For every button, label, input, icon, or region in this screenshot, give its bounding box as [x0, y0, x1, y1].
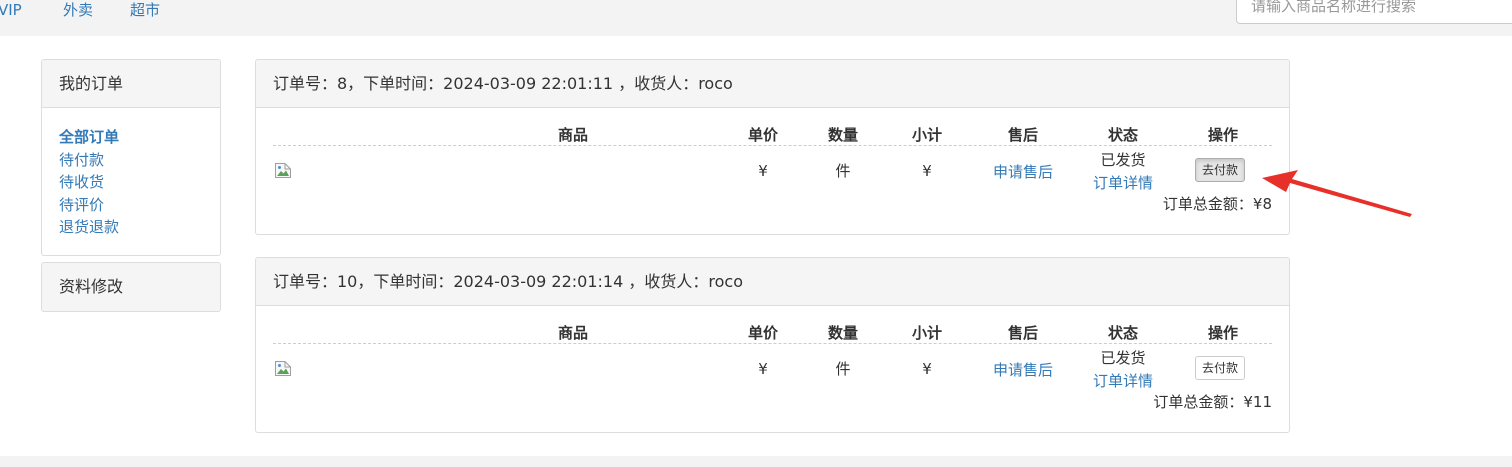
order-total: 订单总金额：¥11 [1153, 393, 1272, 411]
order-header: 订单号：8，下单时间：2024-03-09 22:01:11 ，收货人：roco [256, 60, 1289, 108]
sidebar-item: 待收货 [59, 171, 220, 194]
order-total: 订单总金额：¥8 [1162, 195, 1272, 213]
nav-link-supermarket[interactable]: 超市 [130, 0, 160, 20]
top-navbar: VIP 外卖 超市 [0, 0, 1512, 36]
pay-button[interactable]: 去付款 [1195, 158, 1246, 182]
col-header-quantity: 数量 [827, 126, 859, 144]
order-detail-link[interactable]: 订单详情 [1093, 173, 1153, 193]
sidebar-order-filters: 全部订单 待付款 待收货 待评价 退货退款 [42, 108, 220, 239]
nav-link-vip[interactable]: VIP [0, 0, 22, 20]
col-header-subtotal: 小计 [911, 324, 943, 342]
subtotal-value: ¥ [922, 360, 932, 378]
order-detail-link[interactable]: 订单详情 [1093, 371, 1153, 391]
sidebar-item: 退货退款 [59, 216, 220, 239]
col-header-aftersale: 售后 [1007, 324, 1039, 342]
subtotal-value: ¥ [922, 162, 932, 180]
order-status: 已发货 [1100, 151, 1146, 169]
col-header-aftersale: 售后 [1007, 126, 1039, 144]
col-header-status: 状态 [1107, 324, 1139, 342]
col-header-product: 商品 [557, 126, 589, 144]
header-divider [273, 145, 1272, 146]
sidebar-item: 全部订单 [59, 126, 220, 149]
broken-image-icon[interactable] [274, 359, 292, 377]
col-header-product: 商品 [557, 324, 589, 342]
broken-image-icon[interactable] [274, 161, 292, 179]
sidebar-item-pending-review[interactable]: 待评价 [59, 196, 104, 214]
col-header-subtotal: 小计 [911, 126, 943, 144]
col-header-action: 操作 [1207, 126, 1239, 144]
quantity-value: 件 [835, 162, 851, 180]
col-header-unit-price: 单价 [747, 126, 779, 144]
col-header-unit-price: 单价 [747, 324, 779, 342]
sidebar-item-returns-refunds[interactable]: 退货退款 [59, 218, 119, 236]
header-divider [273, 343, 1272, 344]
sidebar-item-pending-receipt[interactable]: 待收货 [59, 173, 104, 191]
col-header-status: 状态 [1107, 126, 1139, 144]
sidebar-item-pending-payment[interactable]: 待付款 [59, 151, 104, 169]
unit-price-value: ¥ [758, 162, 768, 180]
nav-link-takeout[interactable]: 外卖 [63, 0, 93, 20]
sidebar-profile-title[interactable]: 资料修改 [42, 263, 220, 311]
aftersale-link[interactable]: 申请售后 [993, 162, 1053, 182]
unit-price-value: ¥ [758, 360, 768, 378]
sidebar-title: 我的订单 [42, 60, 220, 108]
sidebar-item-all-orders[interactable]: 全部订单 [59, 128, 119, 146]
aftersale-link[interactable]: 申请售后 [993, 360, 1053, 380]
order-panel: 订单号：10，下单时间：2024-03-09 22:01:14 ，收货人：roc… [255, 257, 1290, 433]
order-header: 订单号：10，下单时间：2024-03-09 22:01:14 ，收货人：roc… [256, 258, 1289, 306]
search-input[interactable] [1236, 0, 1512, 24]
col-header-quantity: 数量 [827, 324, 859, 342]
pay-button[interactable]: 去付款 [1195, 356, 1246, 380]
sidebar-item: 待评价 [59, 194, 220, 217]
order-body: 商品 单价 数量 小计 售后 状态 操作 ¥ 件 ¥ 申请售后 已发货 订单详情… [256, 108, 1289, 234]
order-panel: 订单号：8，下单时间：2024-03-09 22:01:11 ，收货人：roco… [255, 59, 1290, 235]
order-body: 商品 单价 数量 小计 售后 状态 操作 ¥ 件 ¥ 申请售后 已发货 订单详情… [256, 306, 1289, 432]
footer-band [0, 456, 1512, 467]
quantity-value: 件 [835, 360, 851, 378]
col-header-action: 操作 [1207, 324, 1239, 342]
order-status: 已发货 [1100, 349, 1146, 367]
sidebar-profile-panel[interactable]: 资料修改 [41, 262, 221, 312]
sidebar-item: 待付款 [59, 149, 220, 172]
red-arrow-icon [1262, 170, 1412, 217]
sidebar-orders-panel: 我的订单 全部订单 待付款 待收货 待评价 退货退款 [41, 59, 221, 256]
